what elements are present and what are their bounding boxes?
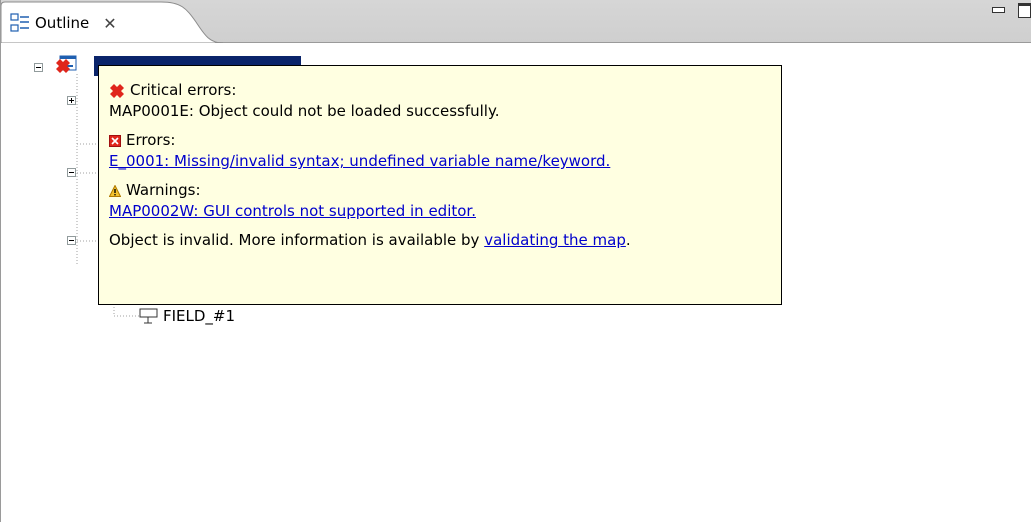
error-icon [109, 134, 121, 147]
collapse-node-toggle[interactable] [67, 168, 76, 177]
warnings-heading: Warnings: [126, 181, 201, 199]
tab-title: Outline [35, 14, 90, 32]
outline-icon [10, 13, 29, 32]
errors-heading: Errors: [126, 131, 176, 149]
warnings-heading-row: Warnings: [109, 180, 773, 201]
tooltip-footer-text: Object is invalid. More information is a… [109, 231, 485, 249]
error-details-link[interactable]: E_0001: Missing/invalid syntax; undefine… [109, 151, 610, 172]
validation-tooltip: Critical errors: MAP0001E: Object could … [98, 65, 782, 305]
tooltip-footer-period: . [625, 231, 631, 249]
warning-icon [109, 184, 121, 197]
field-icon [139, 308, 158, 324]
collapse-root-toggle[interactable] [34, 63, 43, 72]
map-object-error-icon [56, 55, 77, 73]
warning-details-link[interactable]: MAP0002W: GUI controls not supported in … [109, 201, 476, 222]
validate-map-link[interactable]: validating the map [484, 230, 626, 251]
view-tab-strip: Outline ✕ [1, 0, 1031, 43]
critical-error-message-row: MAP0001E: Object could not be loaded suc… [109, 101, 773, 122]
tooltip-footer-row: Object is invalid. More information is a… [109, 230, 773, 251]
close-icon[interactable]: ✕ [103, 14, 116, 33]
critical-errors-heading-row: Critical errors: [109, 80, 773, 101]
critical-error-icon [110, 83, 124, 98]
minimize-icon[interactable] [990, 2, 1006, 18]
critical-errors-heading: Critical errors: [130, 81, 237, 99]
tab-outline[interactable]: Outline ✕ [9, 10, 117, 36]
warning-link-row: MAP0002W: GUI controls not supported in … [109, 201, 773, 222]
maximize-icon[interactable] [1016, 2, 1031, 18]
outline-view: Outline ✕ FIELD_#1 Critical errors: MAP0… [0, 0, 1031, 522]
critical-error-message: MAP0001E: Object could not be loaded suc… [109, 102, 500, 120]
expand-node-toggle[interactable] [67, 96, 76, 105]
error-link-row: E_0001: Missing/invalid syntax; undefine… [109, 151, 773, 172]
errors-heading-row: Errors: [109, 130, 773, 151]
collapse-node-toggle[interactable] [67, 236, 76, 245]
tree-item-field[interactable]: FIELD_#1 [163, 307, 235, 325]
view-controls [990, 2, 1031, 18]
